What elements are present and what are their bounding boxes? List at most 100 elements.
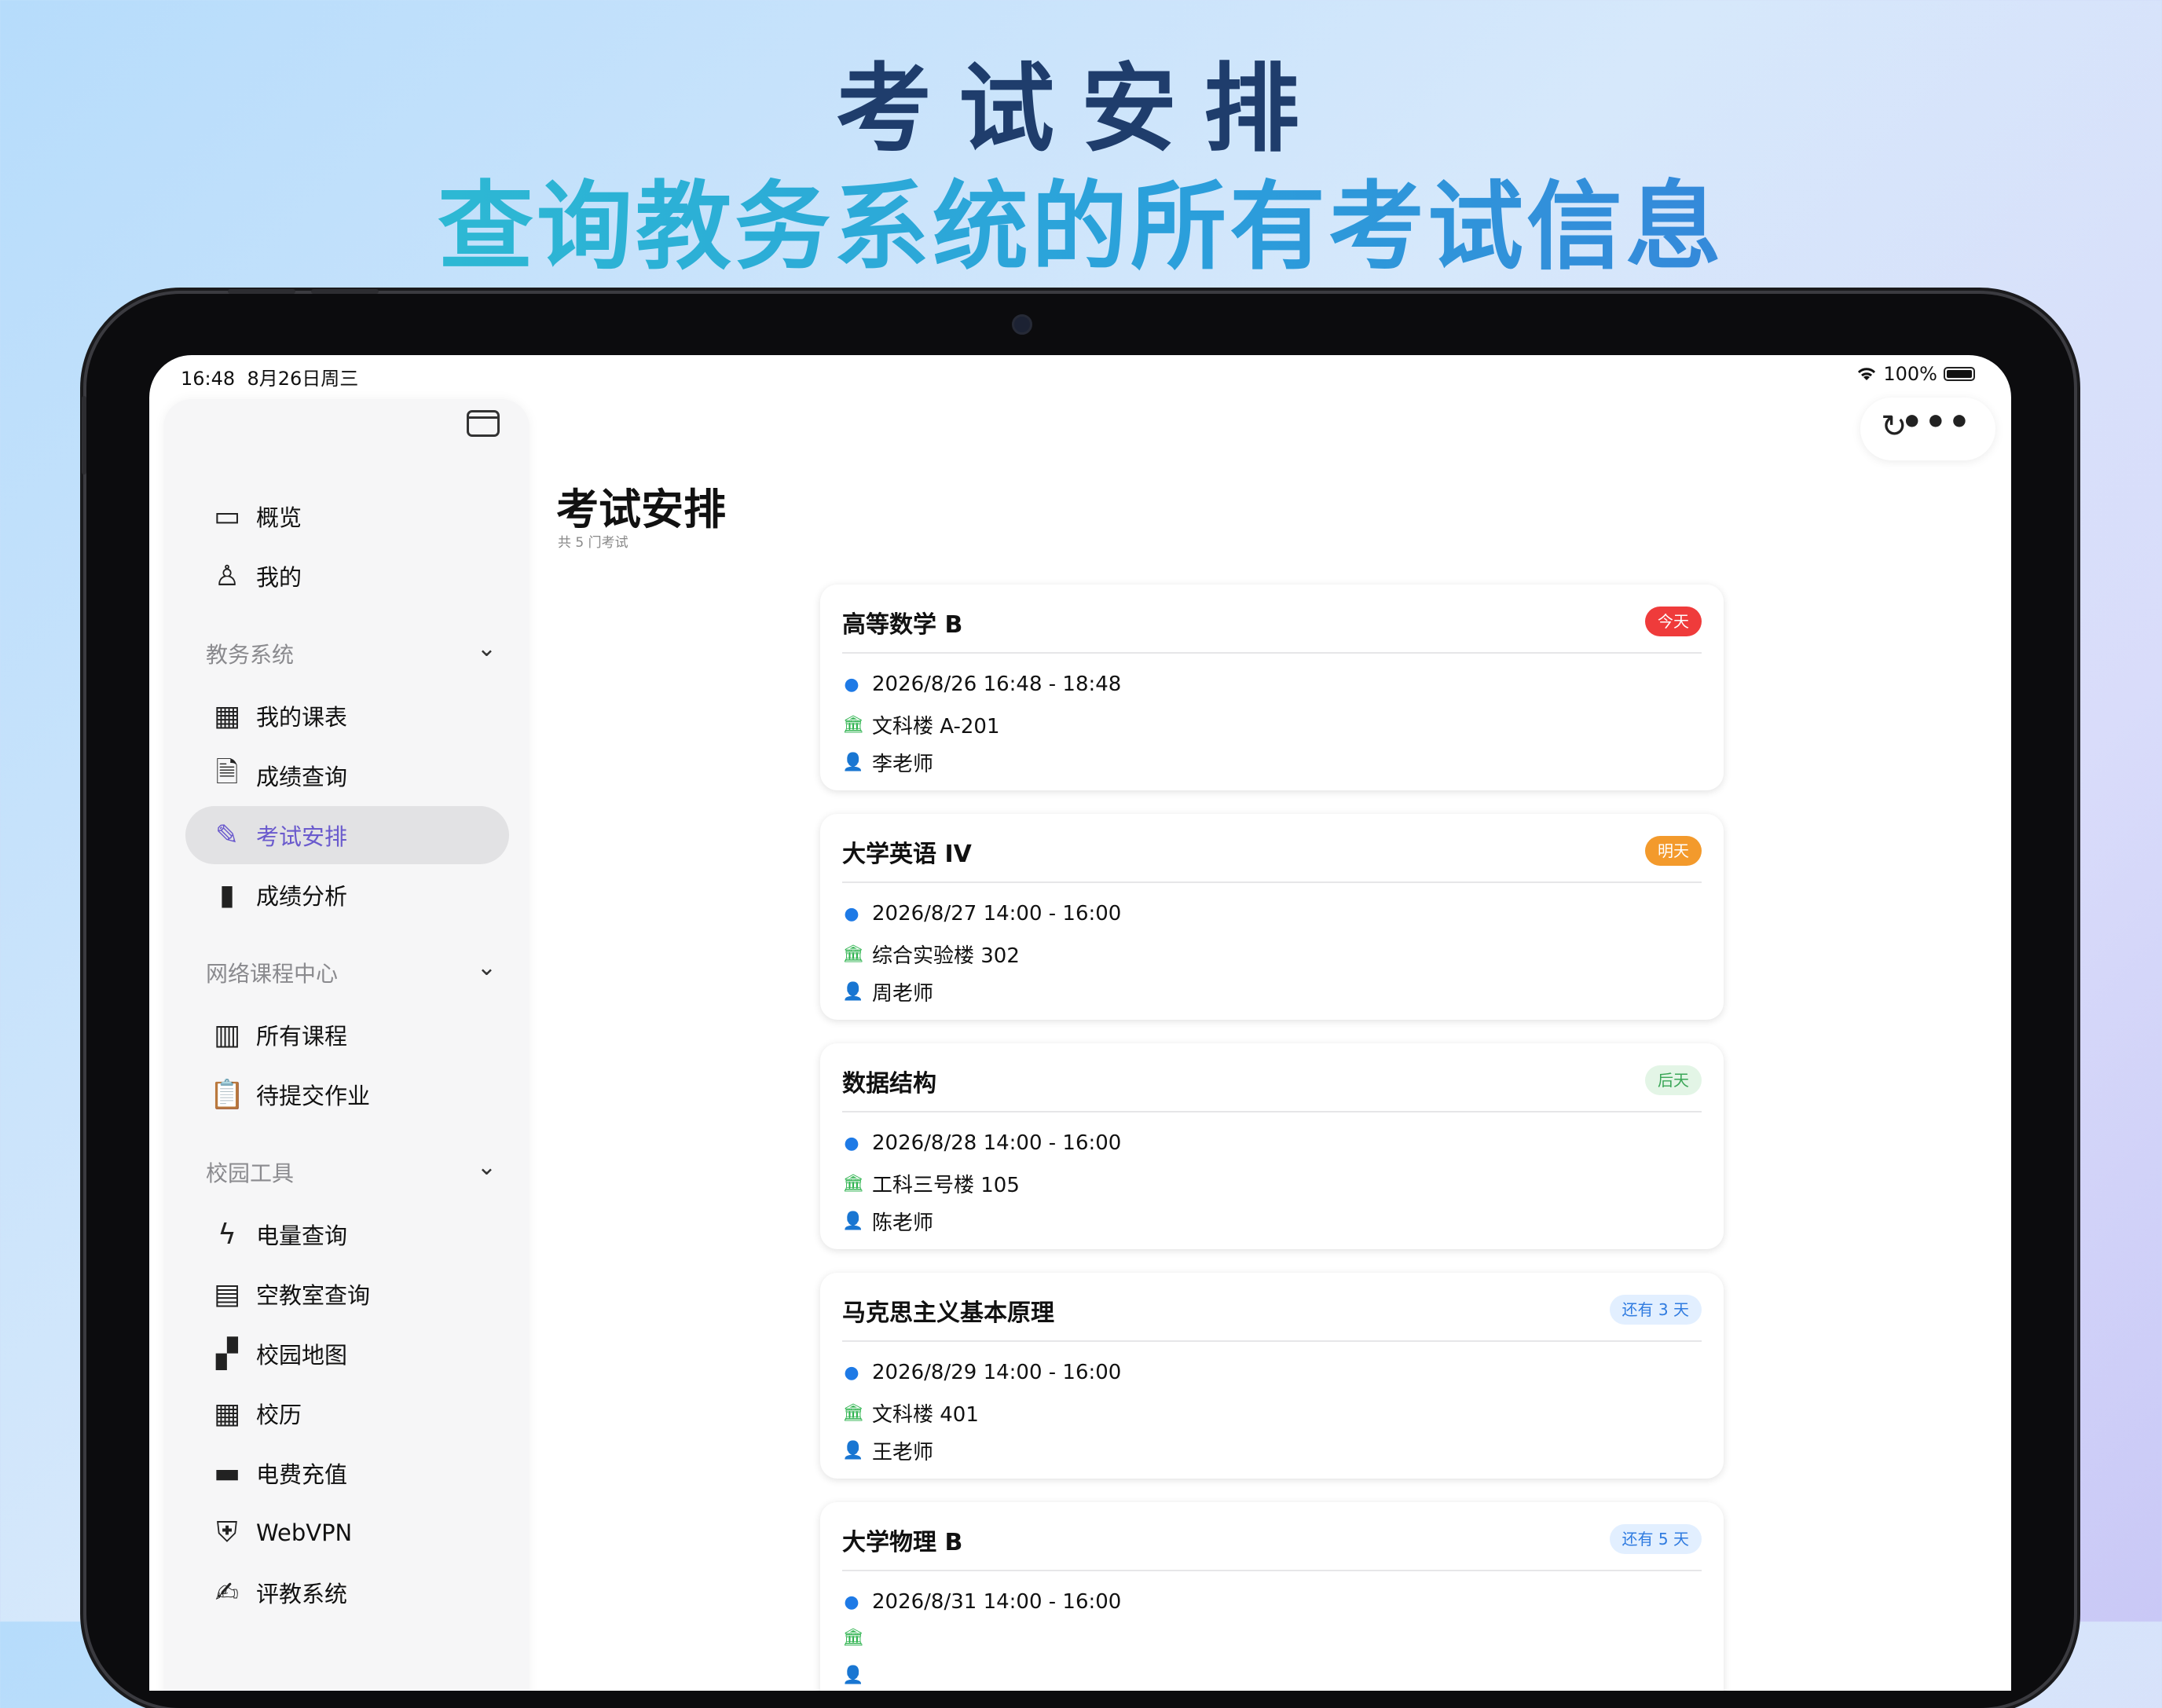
battery-icon bbox=[1944, 367, 1975, 381]
status-bar-time: 16:48 8月26日周三 bbox=[181, 368, 359, 390]
card-divider bbox=[842, 1111, 1702, 1112]
sidebar-item-calendar-grid[interactable]: ▦ 我的课表 bbox=[185, 687, 509, 745]
sidebar-item-label: 考试安排 bbox=[256, 823, 348, 850]
exam-name: 大学物理 B bbox=[842, 1529, 963, 1556]
volume-button bbox=[228, 289, 295, 294]
sidebar-item-label: WebVPN bbox=[256, 1519, 353, 1546]
exam-name: 高等数学 B bbox=[842, 611, 963, 639]
building-icon: ▤ bbox=[213, 1277, 240, 1310]
exam-card[interactable]: 大学英语 IV 明天 ● 2026/8/27 14:00 - 16:00 🏛 综… bbox=[820, 814, 1724, 1020]
chevron-down-icon[interactable]: ⌄ bbox=[477, 954, 497, 981]
sidebar-item-label: 空教室查询 bbox=[256, 1282, 371, 1309]
sidebar-item-bar-chart[interactable]: ▮ 成绩分析 bbox=[185, 866, 509, 924]
sidebar-item-label: 我的课表 bbox=[256, 704, 348, 731]
sidebar-item-calendar-clock[interactable]: ▦ 校历 bbox=[185, 1384, 509, 1442]
exam-teacher: 周老师 bbox=[872, 982, 934, 1006]
section-title: 网络课程中心 bbox=[206, 961, 339, 987]
exam-place-row: 🏛 工科三号楼 105 bbox=[842, 1169, 1020, 1198]
exam-card[interactable]: 马克思主义基本原理 还有 3 天 ● 2026/8/29 14:00 - 16:… bbox=[820, 1273, 1724, 1479]
clock-icon: ● bbox=[844, 1592, 859, 1612]
exam-time: 2026/8/27 14:00 - 16:00 bbox=[872, 902, 1122, 925]
exam-status-badge: 明天 bbox=[1645, 836, 1702, 866]
exam-teacher: 陈老师 bbox=[872, 1211, 934, 1235]
exam-place-row: 🏛 bbox=[842, 1628, 872, 1648]
building-columns-icon: 🏛 bbox=[842, 944, 864, 964]
exam-place-row: 🏛 综合实验楼 302 bbox=[842, 940, 1020, 969]
page-title: 考试安排 bbox=[556, 485, 726, 534]
chevron-down-icon[interactable]: ⌄ bbox=[477, 1153, 497, 1181]
sidebar-section-header[interactable]: 校园工具 ⌄ bbox=[206, 1153, 497, 1188]
exam-status-badge: 还有 3 天 bbox=[1609, 1295, 1702, 1325]
exam-card[interactable]: 数据结构 后天 ● 2026/8/28 14:00 - 16:00 🏛 工科三号… bbox=[820, 1043, 1724, 1249]
sidebar-item-card[interactable]: ▬ 电费充值 bbox=[185, 1444, 509, 1502]
sidebar-item-map[interactable]: ▞ 校园地图 bbox=[185, 1325, 509, 1383]
sidebar-item-label: 成绩查询 bbox=[256, 764, 348, 790]
calendar-grid-icon: ▦ bbox=[213, 699, 240, 732]
hero-subtitle: 查询教务系统的所有考试信息 bbox=[0, 149, 2162, 288]
sidebar-item-clipboard[interactable]: 📋 待提交作业 bbox=[185, 1065, 509, 1123]
sidebar-item-cards[interactable]: ▭ 概览 bbox=[185, 487, 509, 545]
sidebar-item-bolt[interactable]: ϟ 电量查询 bbox=[185, 1205, 509, 1263]
doc-search-icon: 🗎 bbox=[215, 756, 239, 789]
exam-teacher-row: 👤 李老师 bbox=[842, 748, 933, 777]
books-icon: ▥ bbox=[213, 1018, 240, 1051]
building-columns-icon: 🏛 bbox=[842, 1628, 864, 1648]
sidebar-item-person[interactable]: ♙ 我的 bbox=[185, 547, 509, 605]
building-columns-icon: 🏛 bbox=[842, 715, 864, 735]
section-title: 教务系统 bbox=[206, 642, 295, 668]
section-title: 校园工具 bbox=[206, 1160, 295, 1186]
sidebar-item-doc-search[interactable]: 🗎 成绩查询 bbox=[185, 746, 509, 805]
page-subtitle: 共 5 门考试 bbox=[558, 535, 628, 551]
volume-button bbox=[311, 289, 379, 294]
exam-time: 2026/8/29 14:00 - 16:00 bbox=[872, 1361, 1122, 1384]
bar-chart-icon: ▮ bbox=[219, 878, 235, 911]
clock-icon: ● bbox=[844, 1362, 859, 1383]
card-divider bbox=[842, 1570, 1702, 1571]
sidebar-item-label: 校历 bbox=[256, 1402, 302, 1428]
wifi-icon bbox=[1858, 368, 1876, 380]
card-divider bbox=[842, 881, 1702, 883]
sidebar-item-building[interactable]: ▤ 空教室查询 bbox=[185, 1265, 509, 1323]
cards-icon: ▭ bbox=[213, 500, 240, 533]
clock-icon: ● bbox=[844, 1133, 859, 1153]
sidebar-item-label: 电费充值 bbox=[256, 1461, 348, 1488]
sidebar-toggle-icon[interactable] bbox=[467, 410, 500, 437]
map-icon: ▞ bbox=[216, 1337, 238, 1370]
exam-place-row: 🏛 文科楼 A-201 bbox=[842, 710, 1000, 739]
card-divider bbox=[842, 652, 1702, 654]
sidebar-item-books[interactable]: ▥ 所有课程 bbox=[185, 1006, 509, 1064]
exam-name: 马克思主义基本原理 bbox=[842, 1299, 1054, 1327]
sidebar-item-edit-doc[interactable]: ✍ 评教系统 bbox=[185, 1563, 509, 1622]
sidebar-item-label: 评教系统 bbox=[256, 1581, 348, 1607]
sidebar: ▭ 概览 ♙ 我的教务系统 ⌄ ▦ 我的课表 🗎 成绩查询 ✎ 考试安排 ▮ 成绩分析网络课程中心 ⌄ ▥ 所… bbox=[163, 399, 530, 1691]
person-icon: ♙ bbox=[214, 559, 240, 592]
exam-teacher-row: 👤 周老师 bbox=[842, 977, 933, 1006]
sidebar-item-pencil-circle[interactable]: ✎ 考试安排 bbox=[185, 806, 509, 864]
exam-time: 2026/8/31 14:00 - 16:00 bbox=[872, 1590, 1122, 1614]
status-bar-right: 100% bbox=[1856, 363, 1975, 385]
exam-time-row: ● 2026/8/26 16:48 - 18:48 bbox=[842, 673, 1121, 696]
building-columns-icon: 🏛 bbox=[842, 1403, 864, 1423]
sidebar-section-header[interactable]: 网络课程中心 ⌄ bbox=[206, 954, 497, 988]
exam-status-badge: 今天 bbox=[1645, 607, 1702, 636]
toolbar-pill: ↻ ••• bbox=[1860, 398, 1995, 460]
more-icon[interactable]: ••• bbox=[1901, 402, 1972, 442]
sidebar-item-shield-lock[interactable]: ⛨ WebVPN bbox=[185, 1504, 509, 1562]
sidebar-item-label: 成绩分析 bbox=[256, 883, 348, 910]
exam-teacher-row: 👤 陈老师 bbox=[842, 1207, 933, 1236]
app-screen: 16:48 8月26日周三 100% ▭ 概览 ♙ 我的教务系统 ⌄ ▦ 我的课表 🗎 成绩查询… bbox=[149, 355, 2011, 1691]
exam-place-row: 🏛 文科楼 401 bbox=[842, 1398, 979, 1428]
pencil-circle-icon: ✎ bbox=[214, 819, 240, 852]
exam-time-row: ● 2026/8/27 14:00 - 16:00 bbox=[842, 902, 1121, 925]
exam-status-badge: 后天 bbox=[1645, 1065, 1702, 1095]
exam-card[interactable]: 高等数学 B 今天 ● 2026/8/26 16:48 - 18:48 🏛 文科… bbox=[820, 585, 1724, 790]
tablet-frame: 16:48 8月26日周三 100% ▭ 概览 ♙ 我的教务系统 ⌄ ▦ 我的课表 🗎 成绩查询… bbox=[82, 289, 2074, 1708]
card-icon: ▬ bbox=[213, 1457, 240, 1490]
sidebar-section-header[interactable]: 教务系统 ⌄ bbox=[206, 635, 497, 669]
exam-card[interactable]: 大学物理 B 还有 5 天 ● 2026/8/31 14:00 - 16:00 … bbox=[820, 1502, 1724, 1691]
battery-percent: 100% bbox=[1883, 363, 1937, 385]
exam-time-row: ● 2026/8/28 14:00 - 16:00 bbox=[842, 1131, 1121, 1155]
clock-icon: ● bbox=[844, 674, 859, 695]
chevron-down-icon[interactable]: ⌄ bbox=[477, 635, 497, 662]
card-divider bbox=[842, 1340, 1702, 1342]
